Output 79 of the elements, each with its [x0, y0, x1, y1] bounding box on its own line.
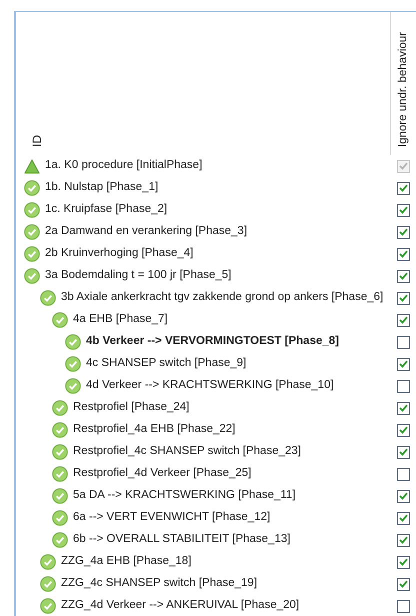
check-icon — [398, 360, 408, 368]
check-circle-icon — [52, 444, 68, 460]
check-icon — [398, 514, 408, 522]
checkbox[interactable] — [396, 468, 410, 480]
check-icon — [398, 316, 408, 324]
checkbox[interactable] — [396, 204, 410, 216]
phase-label[interactable]: ZZG_4c SHANSEP switch [Phase_19] — [61, 575, 258, 593]
phase-label[interactable]: 4c SHANSEP switch [Phase_9] — [86, 355, 246, 373]
checkbox[interactable] — [396, 446, 410, 458]
phase-label[interactable]: Restprofiel_4a EHB [Phase_22] — [73, 421, 236, 439]
check-icon — [398, 250, 408, 258]
phase-label[interactable]: Restprofiel_4d Verkeer [Phase_25] — [73, 465, 252, 483]
phase-label[interactable]: 6b --> OVERALL STABILITEIT [Phase_13] — [73, 531, 290, 549]
check-icon — [398, 184, 408, 192]
phase-label[interactable]: 3a Bodemdaling t = 100 jr [Phase_5] — [45, 267, 232, 285]
check-circle-icon — [65, 378, 81, 394]
phase-label[interactable]: 4d Verkeer --> KRACHTSWERKING [Phase_10] — [86, 377, 334, 395]
check-circle-icon — [24, 180, 40, 196]
checkbox[interactable] — [396, 424, 410, 436]
phase-label[interactable]: ZZG_4d Verkeer --> ANKERUIVAL [Phase_20] — [61, 597, 300, 615]
check-circle-icon — [24, 246, 40, 262]
check-circle-icon — [24, 268, 40, 284]
phase-label[interactable]: 3b Axiale ankerkracht tgv zakkende grond op ankers [Phase_6] — [61, 289, 384, 307]
check-icon — [398, 294, 408, 302]
check-circle-icon — [24, 224, 40, 240]
checkbox[interactable] — [396, 600, 410, 612]
checkbox[interactable] — [396, 336, 410, 348]
check-icon — [398, 206, 408, 214]
phase-label[interactable]: Restprofiel [Phase_24] — [73, 399, 190, 417]
phase-label[interactable]: 6a --> VERT EVENWICHT [Phase_12] — [73, 509, 270, 527]
checkbox[interactable] — [396, 182, 410, 194]
phase-label[interactable]: 2b Kruinverhoging [Phase_4] — [45, 245, 194, 263]
check-icon — [398, 426, 408, 434]
checkbox[interactable] — [396, 358, 410, 370]
check-icon — [398, 448, 408, 456]
check-icon — [398, 580, 408, 588]
phase-label[interactable]: 1c. Kruipfase [Phase_2] — [45, 201, 168, 219]
checkbox[interactable] — [396, 314, 410, 326]
check-circle-icon — [40, 576, 56, 592]
checkbox[interactable] — [396, 490, 410, 502]
phase-label[interactable]: 1b. Nulstap [Phase_1] — [45, 179, 158, 197]
checkbox[interactable] — [396, 578, 410, 590]
phase-label[interactable]: 4a EHB [Phase_7] — [73, 311, 168, 329]
check-icon — [398, 558, 408, 566]
check-circle-icon — [40, 554, 56, 570]
column-header: ID — [29, 135, 45, 147]
check-circle-icon — [40, 290, 56, 306]
check-circle-icon — [52, 532, 68, 548]
checkbox[interactable] — [396, 248, 410, 260]
phase-label[interactable]: 4b Verkeer --> VERVORMINGTOEST [Phase_8] — [86, 333, 339, 351]
check-circle-icon — [52, 400, 68, 416]
checkbox[interactable] — [396, 270, 410, 282]
check-icon — [398, 404, 408, 412]
check-circle-icon — [52, 510, 68, 526]
check-icon — [398, 536, 408, 544]
check-circle-icon — [65, 334, 81, 350]
phase-label[interactable]: ZZG_4a EHB [Phase_18] — [61, 553, 192, 571]
checkbox[interactable] — [396, 226, 410, 238]
checkbox[interactable] — [396, 380, 410, 392]
check-circle-icon — [52, 466, 68, 482]
checkbox[interactable] — [396, 534, 410, 546]
check-icon — [398, 492, 408, 500]
checkbox[interactable] — [396, 402, 410, 414]
triangle-icon — [24, 158, 40, 174]
phase-label[interactable]: Restprofiel_4c SHANSEP switch [Phase_23] — [73, 443, 301, 461]
check-circle-icon — [52, 488, 68, 504]
check-icon — [398, 228, 408, 236]
check-circle-icon — [24, 202, 40, 218]
column-header: Ignore undr. behaviour — [396, 32, 410, 147]
checkbox[interactable] — [396, 512, 410, 524]
check-circle-icon — [52, 422, 68, 438]
phase-label[interactable]: 5a DA --> KRACHTSWERKING [Phase_11] — [73, 487, 296, 505]
phase-label[interactable]: 2a Damwand en verankering [Phase_3] — [45, 223, 248, 241]
checkbox[interactable] — [396, 292, 410, 304]
check-circle-icon — [65, 356, 81, 372]
checkbox[interactable] — [396, 556, 410, 568]
check-icon — [398, 272, 408, 280]
check-icon — [398, 162, 408, 170]
check-circle-icon — [52, 312, 68, 328]
